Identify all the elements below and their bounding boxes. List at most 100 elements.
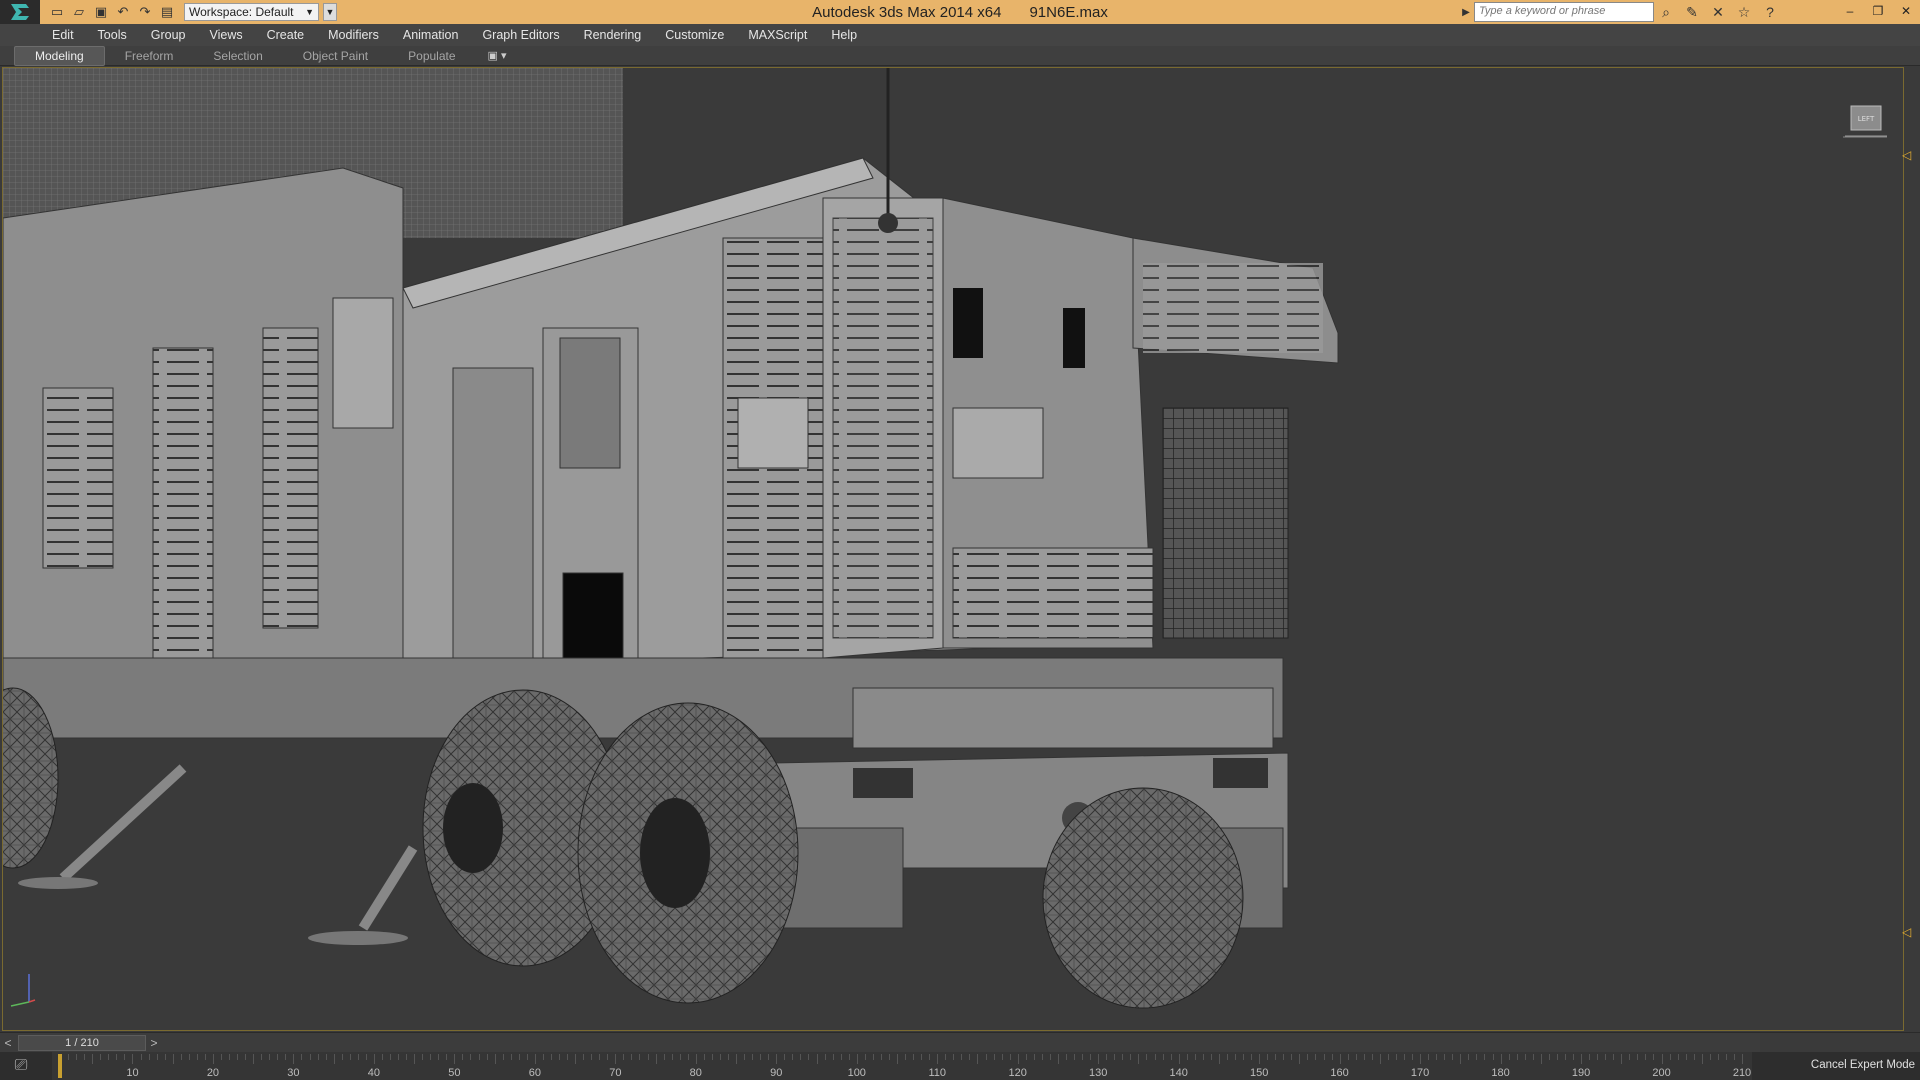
next-frame-icon[interactable]: >: [146, 1034, 162, 1052]
ruler-tick: [800, 1054, 802, 1060]
ruler-tick: [1315, 1054, 1317, 1060]
new-file-icon[interactable]: ▭: [48, 3, 66, 21]
viewport[interactable]: LEFT: [2, 67, 1904, 1031]
ruler-tick: [494, 1054, 496, 1064]
ruler-tick: [905, 1054, 907, 1060]
ruler-tick: [470, 1054, 472, 1060]
ruler-tick: [1637, 1054, 1639, 1060]
ruler-tick: [1540, 1054, 1542, 1064]
ruler-tick: [703, 1054, 705, 1060]
subscription-icon[interactable]: ✎: [1682, 2, 1702, 22]
ruler-tick: [719, 1054, 721, 1060]
menu-edit[interactable]: Edit: [52, 28, 74, 42]
undo-icon[interactable]: ↶: [114, 3, 132, 21]
menu-rendering[interactable]: Rendering: [584, 28, 642, 42]
ruler-tick: [550, 1054, 552, 1060]
menu-graph-editors[interactable]: Graph Editors: [482, 28, 559, 42]
ruler-tick: [1516, 1054, 1518, 1060]
ruler-tick: [599, 1054, 601, 1060]
ruler-tick: [864, 1054, 866, 1060]
menu-maxscript[interactable]: MAXScript: [748, 28, 807, 42]
tab-populate[interactable]: Populate: [388, 47, 475, 65]
help-icon[interactable]: ?: [1760, 2, 1780, 22]
ribbon-toggle-icon[interactable]: ▣ ▾: [488, 49, 507, 62]
ruler-tick: [1589, 1054, 1591, 1060]
ruler-tick: [446, 1054, 448, 1060]
menu-animation[interactable]: Animation: [403, 28, 459, 42]
ruler-tick: [776, 1054, 778, 1064]
axis-gizmo-icon: [10, 974, 36, 1007]
ruler-tick: [1162, 1054, 1164, 1060]
menu-help[interactable]: Help: [831, 28, 857, 42]
chevron-down-icon: ▼: [305, 7, 314, 17]
ruler-tick: [1733, 1054, 1735, 1060]
app-menu-button[interactable]: [0, 0, 40, 24]
ruler-tick: [872, 1054, 874, 1060]
menu-create[interactable]: Create: [267, 28, 305, 42]
ruler-tick: [711, 1054, 713, 1060]
ruler-tick: [1074, 1054, 1076, 1060]
menu-modifiers[interactable]: Modifiers: [328, 28, 379, 42]
menu-tools[interactable]: Tools: [98, 28, 127, 42]
ruler-label: 50: [448, 1067, 461, 1079]
ruler-tick: [1444, 1054, 1446, 1060]
menu-views[interactable]: Views: [209, 28, 242, 42]
ruler-tick: [631, 1054, 633, 1060]
ruler-tick: [1725, 1054, 1727, 1060]
ruler-tick: [679, 1054, 681, 1060]
ruler-tick: [1090, 1054, 1092, 1060]
close-icon[interactable]: ✕: [1892, 0, 1920, 22]
ruler-tick: [365, 1054, 367, 1060]
ruler-tick: [1460, 1054, 1462, 1064]
time-slider-bar: < 1 / 210 >: [0, 1032, 1920, 1053]
ruler-tick: [1669, 1054, 1671, 1060]
open-file-icon[interactable]: ▱: [70, 3, 88, 21]
ruler-tick: [92, 1054, 94, 1064]
mini-curve-editor-icon[interactable]: ⎚: [8, 1056, 34, 1076]
ruler-tick: [880, 1054, 882, 1060]
ruler-tick: [1299, 1054, 1301, 1064]
prev-frame-icon[interactable]: <: [0, 1034, 16, 1052]
frame-readout: 1 / 210: [65, 1036, 99, 1049]
ruler-tick: [1122, 1054, 1124, 1060]
redo-icon[interactable]: ↷: [136, 3, 154, 21]
ruler-tick: [1186, 1054, 1188, 1060]
ruler-tick: [188, 1054, 190, 1060]
quick-access-toolbar: ▭ ▱ ▣ ↶ ↷ ▤ Workspace: Default ▼ ▼: [40, 0, 337, 24]
ruler-tick: [1202, 1054, 1204, 1060]
ruler-tick: [1106, 1054, 1108, 1060]
workspace-dropdown[interactable]: Workspace: Default ▼: [184, 3, 319, 21]
track-ruler[interactable]: 10 20 30 40 50 60 70 80 90 100 110 120 130 140 150 160 1…: [52, 1052, 1752, 1080]
communication-icon[interactable]: ✕: [1708, 2, 1728, 22]
restore-icon[interactable]: ❐: [1864, 0, 1892, 22]
minimize-icon[interactable]: –: [1836, 0, 1864, 22]
ruler-tick: [1130, 1054, 1132, 1060]
ruler-tick: [1363, 1054, 1365, 1060]
current-frame-marker[interactable]: [58, 1054, 63, 1078]
tab-selection[interactable]: Selection: [193, 47, 282, 65]
tab-object-paint[interactable]: Object Paint: [283, 47, 388, 65]
tab-modeling[interactable]: Modeling: [14, 45, 105, 66]
time-slider[interactable]: 1 / 210: [18, 1034, 146, 1051]
ruler-label: 10: [126, 1067, 139, 1079]
tab-freeform[interactable]: Freeform: [105, 47, 194, 65]
viewcube-icon[interactable]: LEFT: [1843, 100, 1887, 140]
ruler-tick: [285, 1054, 287, 1060]
project-folder-icon[interactable]: ▤: [158, 3, 176, 21]
quick-access-menu-icon[interactable]: ▼: [323, 3, 337, 21]
save-file-icon[interactable]: ▣: [92, 3, 110, 21]
ruler-tick: [1066, 1054, 1067, 1060]
ruler-label: 130: [1089, 1067, 1108, 1079]
ruler-tick: [888, 1054, 890, 1060]
menu-customize[interactable]: Customize: [665, 28, 724, 42]
ruler-tick: [575, 1054, 577, 1064]
cancel-expert-mode-button[interactable]: Cancel Expert Mode: [1808, 1052, 1918, 1078]
favorites-icon[interactable]: ☆: [1734, 2, 1754, 22]
ruler-tick: [454, 1054, 456, 1064]
ruler-tick: [1709, 1054, 1711, 1060]
search-expand-icon[interactable]: ▶: [1460, 3, 1472, 21]
ruler-tick: [1138, 1054, 1140, 1064]
binoculars-icon[interactable]: ⌕: [1656, 2, 1676, 22]
search-input[interactable]: Type a keyword or phrase: [1474, 2, 1654, 22]
menu-group[interactable]: Group: [151, 28, 186, 42]
